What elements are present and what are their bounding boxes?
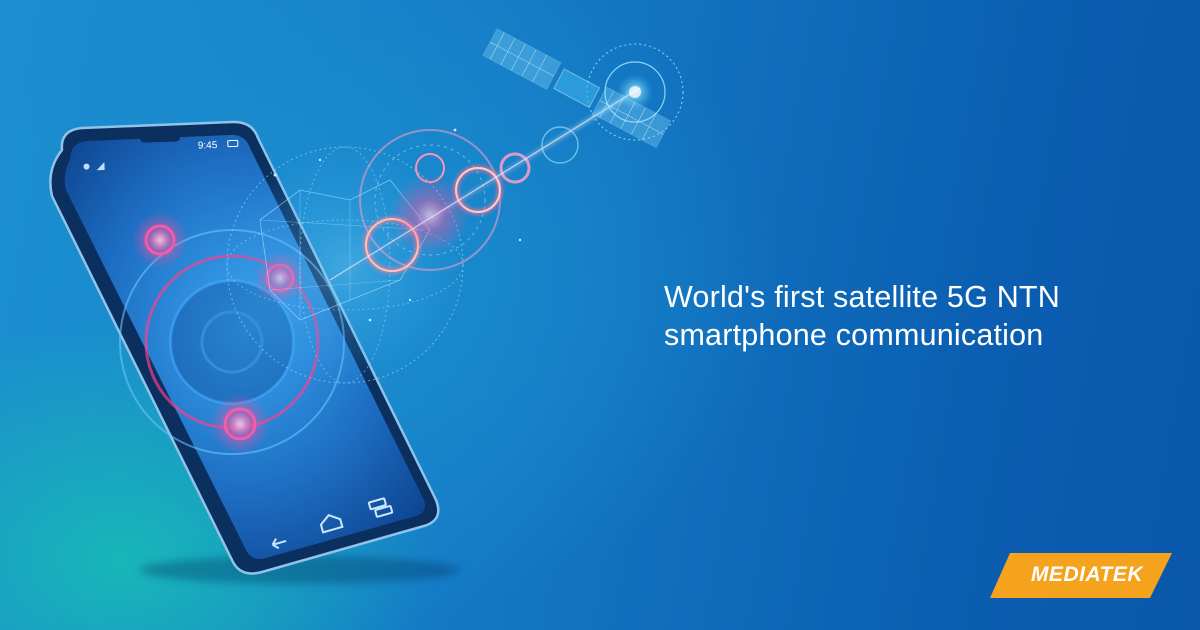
logo-text: MEDIATEK: [1030, 563, 1144, 586]
headline-line-2: smartphone communication: [664, 318, 1044, 352]
camera-icon: [83, 163, 90, 170]
status-time: 9:45: [198, 140, 218, 152]
headline: World's first satellite 5G NTN smartphon…: [664, 278, 1144, 354]
promo-banner: 9:45 World's first satellite 5G NTN smar…: [0, 0, 1200, 630]
back-icon[interactable]: [271, 536, 287, 550]
signal-icon: [96, 161, 105, 171]
headline-line-1: World's first satellite 5G NTN: [664, 280, 1060, 314]
home-icon[interactable]: [319, 512, 344, 534]
battery-icon: [227, 139, 239, 148]
